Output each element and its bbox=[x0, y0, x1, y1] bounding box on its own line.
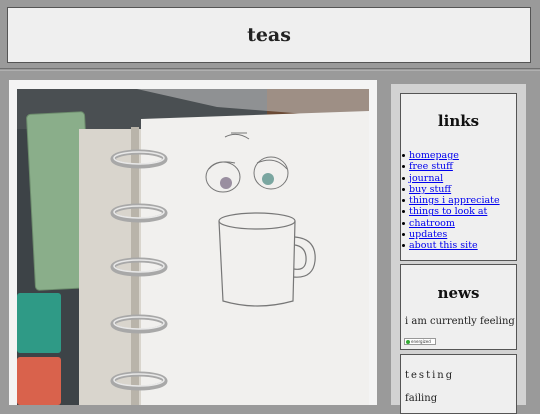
mood-badge[interactable]: energized bbox=[404, 338, 436, 345]
link-updates[interactable]: updates bbox=[409, 229, 447, 240]
news-panel: news i am currently feeling energized bbox=[400, 264, 517, 350]
link-things-i-appreciate[interactable]: things i appreciate bbox=[409, 195, 500, 206]
testing-heading: testing bbox=[405, 370, 455, 381]
list-item: things i appreciate bbox=[402, 195, 516, 206]
notebook-photo bbox=[17, 89, 369, 405]
link-about-this-site[interactable]: about this site bbox=[409, 240, 478, 251]
divider bbox=[0, 68, 540, 69]
mood-dot-icon bbox=[406, 339, 410, 344]
links-heading: links bbox=[437, 112, 480, 130]
feeling-text: i am currently feeling bbox=[405, 316, 515, 327]
list-item: buy stuff bbox=[402, 184, 516, 195]
link-chatroom[interactable]: chatroom bbox=[409, 218, 455, 229]
link-buy-stuff[interactable]: buy stuff bbox=[409, 184, 451, 195]
site-header: teas bbox=[7, 7, 531, 63]
list-item: about this site bbox=[402, 240, 516, 251]
mood-label: energized bbox=[411, 339, 431, 344]
list-item: free stuff bbox=[402, 161, 516, 172]
links-panel: links homepage free stuff journal buy st… bbox=[400, 93, 517, 261]
list-item: updates bbox=[402, 229, 516, 240]
link-homepage[interactable]: homepage bbox=[409, 150, 459, 161]
link-free-stuff[interactable]: free stuff bbox=[409, 161, 453, 172]
divider-highlight bbox=[0, 70, 540, 71]
sidebar: links homepage free stuff journal buy st… bbox=[391, 84, 526, 414]
testing-status: failing bbox=[405, 393, 438, 404]
list-item: homepage bbox=[402, 150, 516, 161]
link-things-to-look-at[interactable]: things to look at bbox=[409, 206, 487, 217]
list-item: journal bbox=[402, 173, 516, 184]
link-journal[interactable]: journal bbox=[409, 173, 443, 184]
links-list: homepage free stuff journal buy stuff th… bbox=[401, 150, 516, 252]
list-item: chatroom bbox=[402, 218, 516, 229]
page-title: teas bbox=[247, 24, 291, 46]
testing-panel: testing failing bbox=[400, 354, 517, 414]
main-content bbox=[9, 80, 377, 405]
list-item: things to look at bbox=[402, 206, 516, 217]
photo-illustration bbox=[17, 89, 369, 405]
news-heading: news bbox=[437, 284, 480, 302]
